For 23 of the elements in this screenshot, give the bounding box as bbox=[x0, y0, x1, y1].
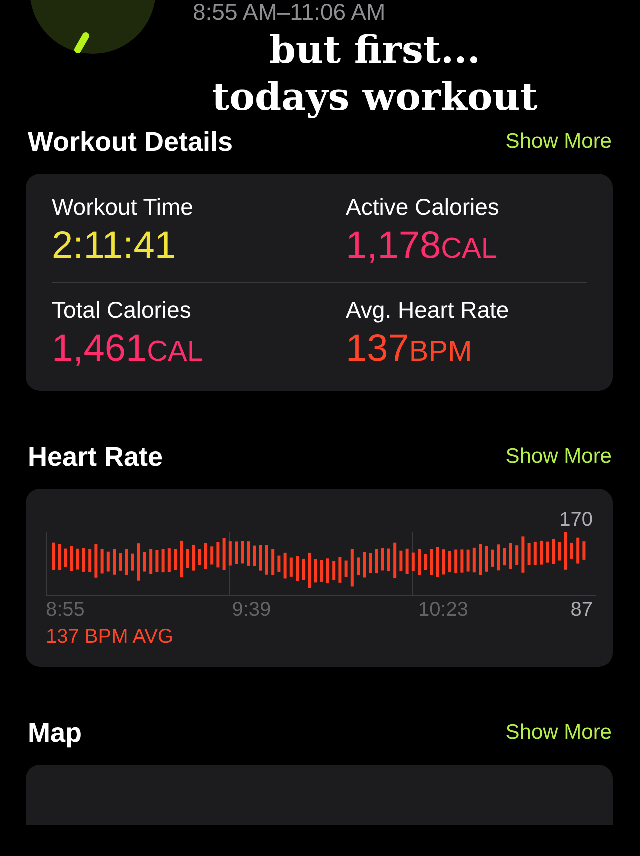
show-more-link[interactable]: Show More bbox=[506, 721, 612, 745]
metric-value: 2:11:41 bbox=[52, 225, 177, 268]
caption-text: todays workout bbox=[212, 74, 538, 119]
metric-value: 137BPM bbox=[346, 328, 474, 371]
average-heart-rate: 137 BPM AVG bbox=[46, 626, 174, 649]
metric-value: 1,461CAL bbox=[52, 328, 205, 371]
time-label: 9:39 bbox=[232, 599, 272, 622]
metric-label: Workout Time bbox=[52, 194, 194, 221]
caption-text: but first... bbox=[269, 27, 481, 72]
show-more-link[interactable]: Show More bbox=[506, 445, 612, 469]
section-title: Workout Details bbox=[28, 126, 234, 158]
show-more-link[interactable]: Show More bbox=[506, 130, 612, 154]
time-range: 8:55 AM–11:06 AM bbox=[193, 0, 386, 26]
section-title: Map bbox=[28, 718, 82, 748]
axis-min-label: 87 bbox=[570, 599, 593, 622]
metric-label: Total Calories bbox=[52, 297, 192, 324]
metric-label: Active Calories bbox=[346, 194, 500, 221]
axis-max-label: 170 bbox=[560, 509, 593, 532]
metric-label: Avg. Heart Rate bbox=[346, 297, 510, 324]
time-label: 8:55 bbox=[46, 599, 86, 622]
metric-value: 1,178CAL bbox=[346, 225, 499, 268]
section-title: Heart Rate bbox=[28, 442, 164, 472]
time-label: 10:23 bbox=[418, 599, 470, 622]
